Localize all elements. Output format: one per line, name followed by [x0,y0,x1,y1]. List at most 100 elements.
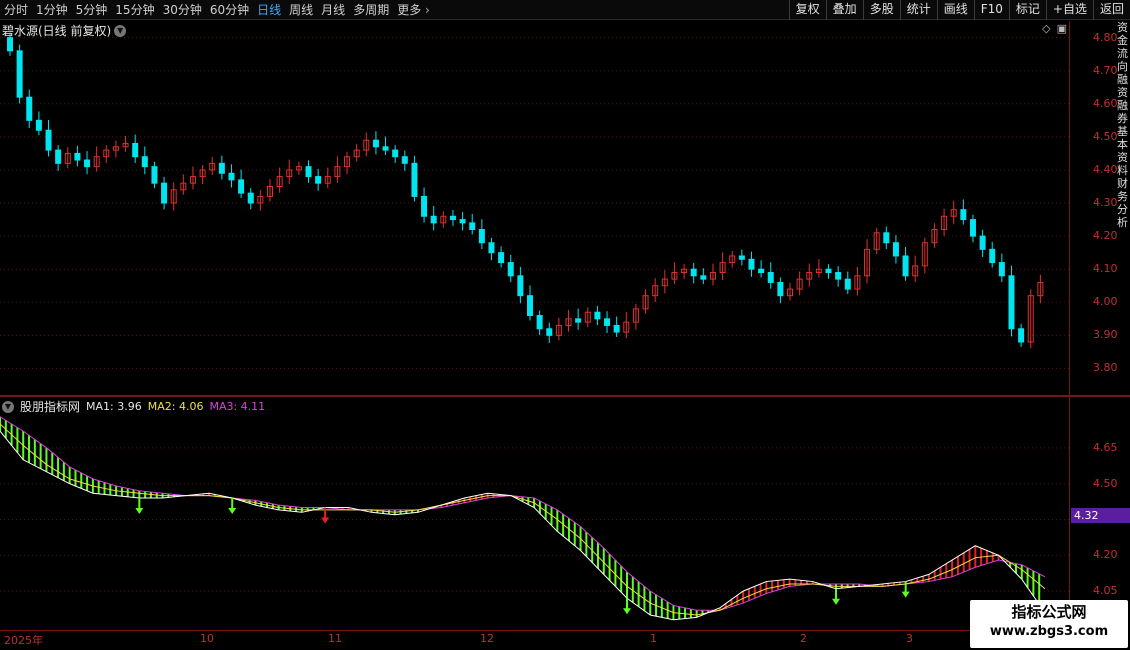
signal-arrow-head [901,591,910,598]
signal-arrow-head [321,517,330,524]
candle-body [141,156,148,168]
price-tick: 4.70 [1093,63,1118,77]
indicator-chart[interactable] [0,397,1070,630]
candle-body [777,281,784,297]
signal-arrow-head [832,598,840,605]
top-toolbar: 分时1分钟5分钟15分钟30分钟60分钟日线周线月线多周期更多 复权叠加多股统计… [0,0,1130,20]
period-1[interactable]: 1分钟 [32,1,72,18]
candle-body [594,311,601,320]
tool-button-2[interactable]: 多股 [862,0,900,20]
tool-button-7[interactable]: +自选 [1045,0,1093,20]
candle-body [228,172,235,181]
period-6[interactable]: 日线 [253,1,285,18]
candle-body [16,50,23,98]
diamond-icon[interactable]: ◇ [1042,22,1050,35]
period-9[interactable]: 多周期 [349,1,393,18]
candle-body [844,278,851,290]
period-4[interactable]: 30分钟 [159,1,206,18]
signal-arrow-head [228,507,237,514]
candle-body [767,272,774,283]
candle-body [517,275,524,297]
tool-button-1[interactable]: 叠加 [825,0,863,20]
candle-body [35,119,42,131]
period-10[interactable]: 更多 [393,1,434,18]
candle-body [498,252,505,264]
price-tick: 4.80 [1093,30,1118,44]
panel-title[interactable]: 碧水源(日线 前复权) ▼ [2,22,127,39]
date-label: 12 [480,632,494,645]
candle-body [613,324,620,333]
tool-button-5[interactable]: F10 [973,0,1009,20]
indicator-tick: 4.20 [1093,548,1118,562]
candle-body [758,268,765,274]
candle-body [238,179,245,194]
date-axis: 2025年 10 11 12 1 2 3 [0,630,1070,650]
candle-body [748,258,755,270]
chevron-down-icon[interactable]: ▼ [2,400,14,413]
indicator-name: 股朋指标网 [20,400,81,414]
chevron-down-icon[interactable]: ▼ [114,24,127,37]
price-panel[interactable]: 碧水源(日线 前复权) ▼ ◇ ▣ [0,21,1070,395]
indicator-panel[interactable]: ▼ 股朋指标网 MA1: 3.96 MA2: 4.06 MA3: 4.11 [0,397,1070,630]
price-tick: 4.30 [1093,196,1118,210]
candle-body [738,255,745,260]
ma3-label: MA3: 4.11 [209,400,266,413]
candle-body [151,166,158,184]
current-value-badge: 4.32 [1071,508,1130,523]
candle-body [1008,275,1015,330]
candle-body [315,176,322,184]
panel-toggle-icon[interactable]: ▣ [1057,22,1067,35]
price-tick: 4.10 [1093,262,1118,276]
candle-body [55,149,62,164]
candle-body [883,232,890,244]
price-tick: 4.50 [1093,129,1118,143]
candle-body [132,142,139,158]
indicator-tick: 4.65 [1093,440,1118,454]
candle-body [1018,328,1025,343]
watermark-title: 指标公式网 [1011,603,1087,621]
price-tick: 3.80 [1093,361,1118,375]
candle-body [488,242,495,254]
candle-body [536,315,543,330]
tool-button-8[interactable]: 返回 [1092,0,1130,20]
indicator-tick: 4.50 [1093,476,1118,490]
period-0[interactable]: 分时 [0,1,32,18]
candle-body [449,215,456,221]
candle-body [478,229,485,244]
candle-body [527,295,533,317]
period-2[interactable]: 5分钟 [72,1,112,18]
side-tabs[interactable]: 资金流向融资融券基本资料财务分析 [1117,21,1129,229]
candle-body [960,209,967,221]
tool-button-4[interactable]: 画线 [936,0,974,20]
signal-arrow-head [135,507,144,514]
candle-body [421,195,428,217]
candle-body [892,242,899,257]
candle-body [989,248,996,264]
watermark-logo: 指标公式网 www.zbgs3.com [970,600,1128,648]
price-tick: 4.40 [1093,162,1118,176]
price-tick: 4.20 [1093,229,1118,243]
ma2-label: MA2: 4.06 [147,400,204,413]
candle-body [835,272,842,280]
tool-button-0[interactable]: 复权 [788,0,826,20]
candlestick-chart[interactable] [0,21,1070,395]
candle-body [979,235,986,250]
price-axis: 资金流向融资融券基本资料财务分析 4.80 4.70 4.60 4.50 4.40 4.3… [1071,21,1130,630]
period-7[interactable]: 周线 [285,1,317,18]
candle-body [372,139,379,148]
indicator-title: ▼ 股朋指标网 MA1: 3.96 MA2: 4.06 MA3: 4.11 [2,398,265,415]
period-8[interactable]: 月线 [317,1,349,18]
date-label: 1 [650,632,657,645]
tool-button-3[interactable]: 统计 [899,0,937,20]
candle-body [575,318,582,323]
date-label: 2025年 [4,634,43,647]
date-label: 3 [906,632,913,645]
period-3[interactable]: 15分钟 [111,1,158,18]
candle-body [392,149,399,158]
candle-body [218,162,225,174]
candle-body [546,328,553,336]
candle-body [74,152,81,161]
tool-button-6[interactable]: 标记 [1008,0,1046,20]
candle-body [507,262,514,277]
period-5[interactable]: 60分钟 [206,1,253,18]
